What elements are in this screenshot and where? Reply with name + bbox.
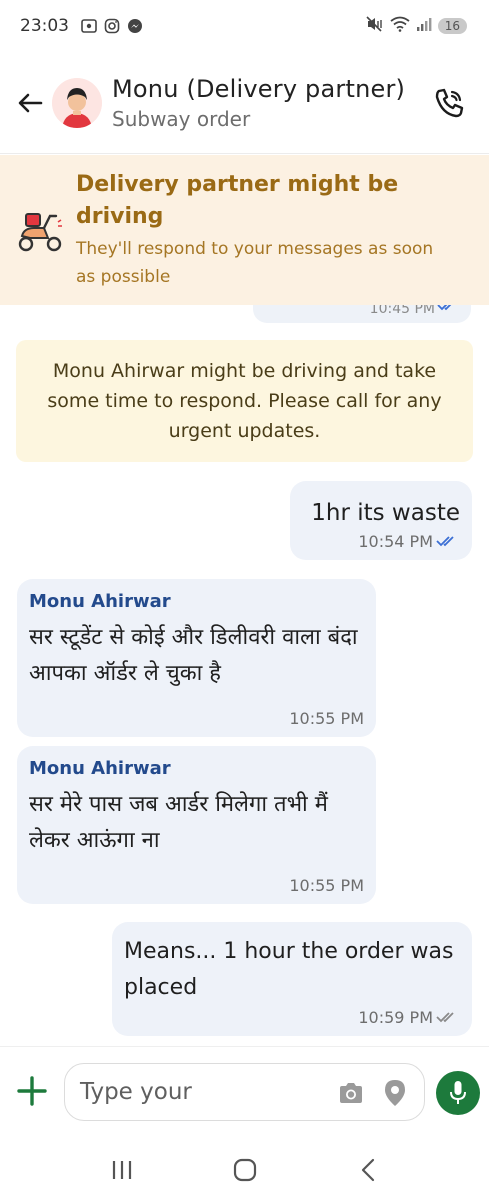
battery-icon: 16 <box>437 18 467 34</box>
double-tick-icon <box>437 305 459 315</box>
system-nav-bar <box>0 1140 489 1200</box>
banner-subtitle: They'll respond to your messages as soon… <box>76 239 434 287</box>
scooter-icon <box>16 206 64 254</box>
chat-subtitle: Subway order <box>112 106 251 131</box>
driving-banner: Delivery partner might be driving They'l… <box>0 155 489 305</box>
message-text: सर मेरे पास जब आर्डर मिलेगा तभी मैं लेकर… <box>29 792 328 853</box>
status-time: 23:03 <box>20 16 69 36</box>
recent-apps-icon[interactable] <box>107 1155 137 1185</box>
mute-vibrate-icon <box>366 15 384 37</box>
read-double-tick-icon <box>436 532 460 551</box>
message-text: 1hr its waste <box>311 500 460 526</box>
message-text: सर स्टूडेंट से कोई और डिलीवरी वाला बंदा … <box>29 625 358 686</box>
sender-name: Monu Ahirwar <box>29 591 171 612</box>
status-bar: 23:03 16 <box>0 0 489 52</box>
chat-title: Monu (Delivery partner) <box>112 74 406 103</box>
camera-icon[interactable] <box>338 1081 364 1105</box>
phone-call-icon[interactable] <box>433 86 467 120</box>
wifi-icon <box>390 16 410 37</box>
message-time: 10:55 PM <box>289 876 364 895</box>
outgoing-message[interactable]: 1hr its waste 10:54 PM <box>290 481 472 560</box>
instagram-icon <box>104 18 120 34</box>
signal-icon <box>416 16 432 37</box>
screen-record-icon <box>81 18 97 34</box>
message-time: 10:59 PM <box>358 1008 433 1027</box>
incoming-message[interactable]: Monu Ahirwar सर मेरे पास जब आर्डर मिलेगा… <box>17 746 376 904</box>
outgoing-message[interactable]: Means... 1 hour the order was placed 10:… <box>112 922 472 1036</box>
message-input-bar: Type your <box>0 1046 489 1138</box>
input-placeholder: Type your <box>80 1079 192 1105</box>
message-time: 10:55 PM <box>289 709 364 728</box>
message-time: 10:45 PM <box>369 305 435 317</box>
back-icon[interactable] <box>353 1155 383 1185</box>
chat-messages[interactable]: 10:45 PM Monu Ahirwar might be driving a… <box>0 305 489 1045</box>
status-right-icons: 16 <box>366 15 467 37</box>
location-pin-icon[interactable] <box>384 1079 406 1107</box>
back-arrow-icon[interactable] <box>14 87 46 119</box>
banner-title: Delivery partner might be driving <box>76 172 399 229</box>
message-text: Means... 1 hour the order was placed <box>124 939 454 1000</box>
plus-icon[interactable] <box>16 1075 48 1107</box>
driving-info-card: Monu Ahirwar might be driving and take s… <box>16 340 473 462</box>
messenger-icon <box>127 18 143 34</box>
message-time: 10:54 PM <box>358 532 433 551</box>
chat-header: Monu (Delivery partner) Subway order <box>0 52 489 154</box>
home-icon[interactable] <box>230 1155 260 1185</box>
message-input[interactable]: Type your <box>64 1063 425 1121</box>
previous-message-bubble: 10:45 PM <box>253 305 471 323</box>
sender-name: Monu Ahirwar <box>29 758 171 779</box>
microphone-icon[interactable] <box>436 1071 480 1115</box>
delivery-partner-avatar[interactable] <box>52 77 102 128</box>
incoming-message[interactable]: Monu Ahirwar सर स्टूडेंट से कोई और डिलीव… <box>17 579 376 737</box>
delivered-double-tick-icon <box>436 1008 460 1027</box>
